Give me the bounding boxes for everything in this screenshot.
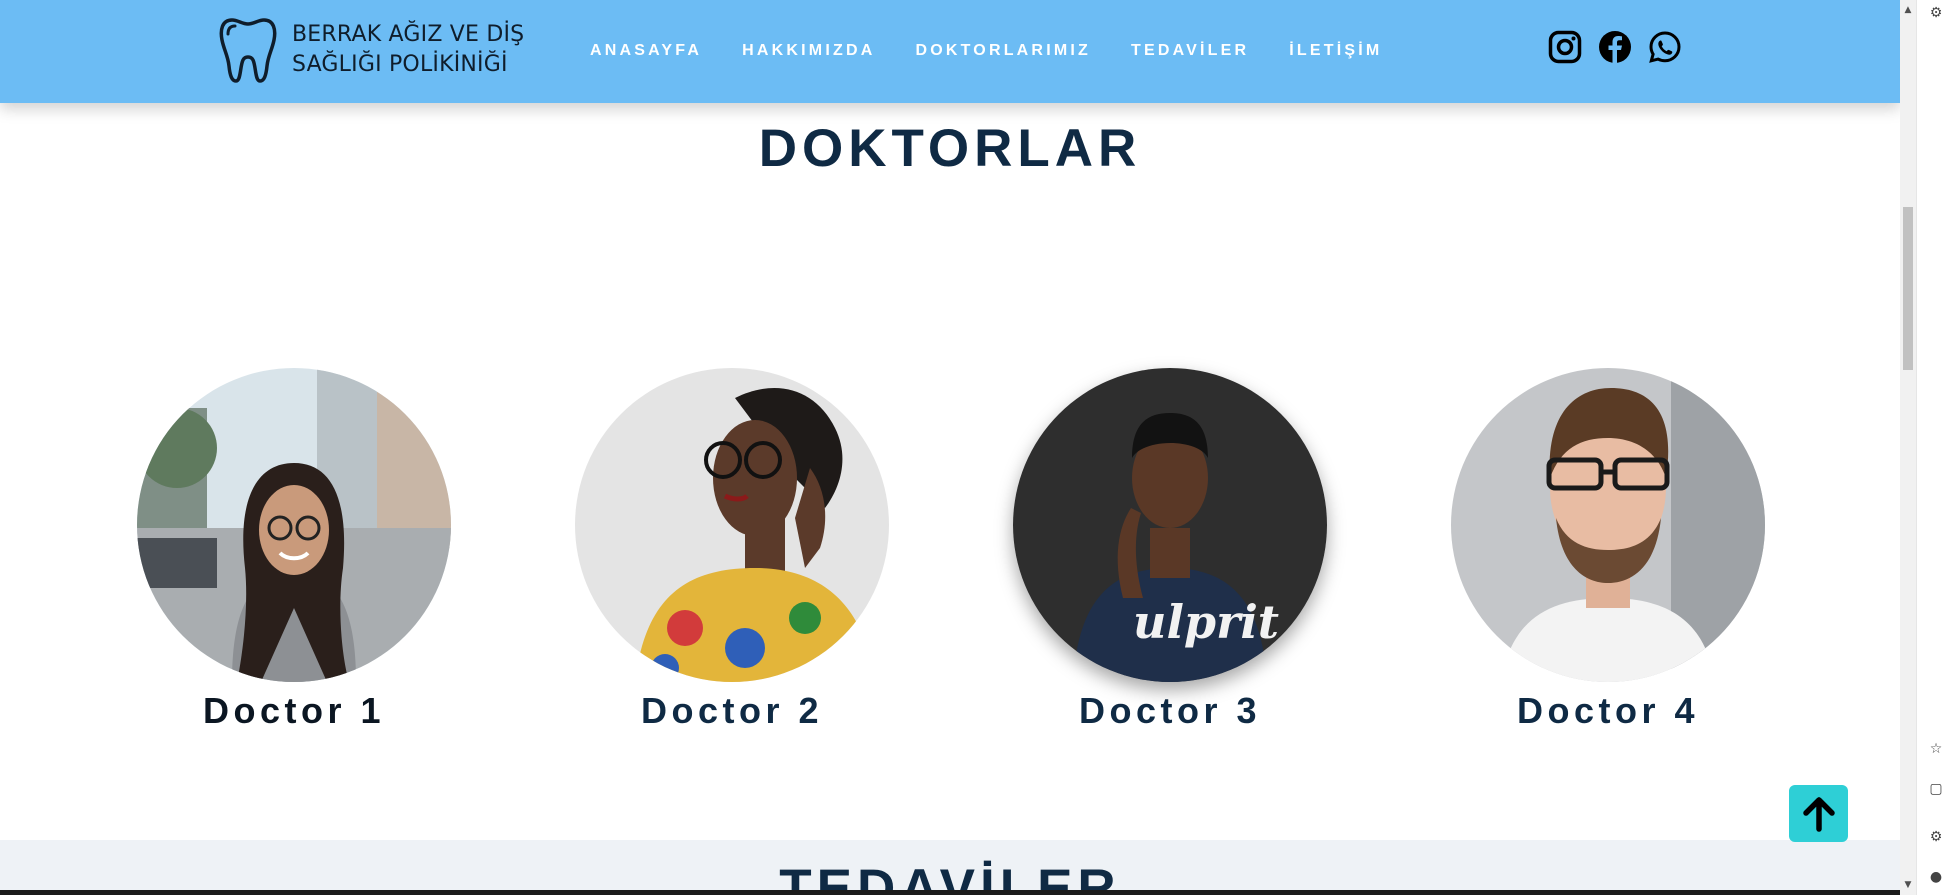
doctor-card[interactable]: Doctor 4: [1451, 368, 1765, 734]
gear-icon[interactable]: ⚙: [1927, 828, 1945, 846]
page: BERRAK AĞIZ VE DİŞ SAĞLIĞI POLİKİNİĞİ AN…: [0, 0, 1947, 895]
nav-item-doktorlarimiz[interactable]: DOKTORLARIMIZ: [915, 42, 1091, 60]
site-header: BERRAK AĞIZ VE DİŞ SAĞLIĞI POLİKİNİĞİ AN…: [0, 0, 1900, 103]
doctor-card[interactable]: Doctor 2: [575, 368, 889, 734]
logo[interactable]: BERRAK AĞIZ VE DİŞ SAĞLIĞI POLİKİNİĞİ: [218, 16, 524, 84]
page-scrollbar[interactable]: ▲ ▼: [1900, 0, 1916, 895]
doctor-card[interactable]: ulprit Doctor 3: [1013, 368, 1327, 734]
nav-item-anasayfa[interactable]: ANASAYFA: [590, 42, 702, 60]
star-icon[interactable]: ☆: [1927, 740, 1945, 758]
nav-item-tedaviler[interactable]: TEDAVİLER: [1131, 42, 1249, 60]
arrow-up-icon: [1802, 796, 1835, 832]
logo-line-1: BERRAK AĞIZ VE DİŞ: [292, 22, 525, 47]
bottom-edge: [0, 890, 1900, 895]
browser-side-panel: ⚙ ☆ ▢ ⚙ ●: [1916, 0, 1947, 895]
doctor-name: Doctor 2: [640, 690, 824, 731]
tooth-icon: [219, 18, 277, 83]
nav-item-hakkimizda[interactable]: HAKKIMIZDA: [742, 42, 875, 60]
doctor-name: Doctor 3: [1078, 690, 1262, 731]
social-links: [1546, 28, 1683, 65]
scroll-up-arrow-icon[interactable]: ▲: [1900, 2, 1916, 18]
doctor-photo: [575, 368, 889, 682]
main-nav: ANASAYFA HAKKIMIZDA DOKTORLARIMIZ TEDAVİ…: [590, 42, 1422, 60]
doctor-card[interactable]: Doctor 1: [137, 368, 451, 734]
clipboard-icon[interactable]: ▢: [1927, 780, 1945, 798]
logo-line-2: SAĞLIĞI POLİKİNİĞİ: [292, 52, 508, 77]
scroll-down-arrow-icon[interactable]: ▼: [1900, 877, 1916, 893]
profile-icon[interactable]: ●: [1927, 868, 1945, 886]
section-title-doktorlar: DOKTORLAR: [758, 119, 1142, 178]
settings-icon[interactable]: ⚙: [1927, 4, 1945, 22]
nav-item-iletisim[interactable]: İLETİŞİM: [1289, 42, 1382, 60]
svg-text:ulprit: ulprit: [1133, 595, 1279, 649]
doctor-photo: ulprit: [1013, 368, 1327, 682]
doctor-name: Doctor 4: [1516, 690, 1700, 731]
doctor-photo: [1451, 368, 1765, 682]
instagram-icon[interactable]: [1546, 28, 1583, 65]
doctor-name: Doctor 1: [202, 690, 386, 731]
whatsapp-icon[interactable]: [1646, 28, 1683, 65]
doctor-photo: [137, 368, 451, 682]
facebook-icon[interactable]: [1596, 28, 1633, 65]
main-content: BERRAK AĞIZ VE DİŞ SAĞLIĞI POLİKİNİĞİ AN…: [0, 0, 1900, 895]
back-to-top-button[interactable]: [1789, 785, 1848, 842]
scroll-thumb[interactable]: [1903, 207, 1913, 370]
